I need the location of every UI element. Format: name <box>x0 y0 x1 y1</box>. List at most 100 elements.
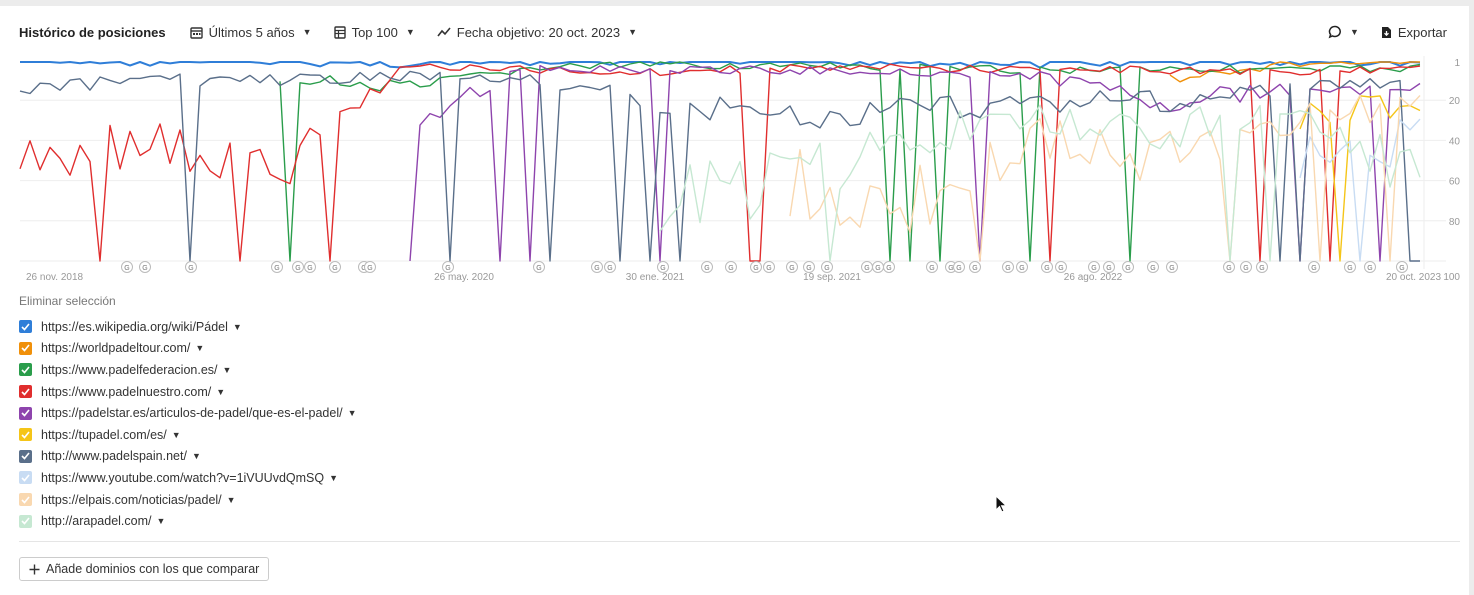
checkbox-icon[interactable] <box>19 428 32 442</box>
chevron-down-icon[interactable]: ▼ <box>195 343 204 353</box>
chevron-down-icon[interactable]: ▼ <box>223 365 232 375</box>
annotation-marker-label: G <box>332 265 337 272</box>
annotation-marker-label: G <box>972 265 977 272</box>
annotation-marker-label: G <box>1005 265 1010 272</box>
annotation-marker-label: G <box>274 265 279 272</box>
annotation-marker-label: G <box>753 265 758 272</box>
checkbox-icon[interactable] <box>19 320 32 334</box>
calendar-icon <box>189 26 203 39</box>
annotation-marker-label: G <box>929 265 934 272</box>
legend-item[interactable]: https://www.padelnuestro.com/ ▼ <box>19 381 356 403</box>
mouse-cursor-icon <box>995 495 1007 513</box>
chevron-down-icon[interactable]: ▼ <box>348 408 357 418</box>
annotation-marker-label: G <box>1399 265 1404 272</box>
legend: Eliminar selección https://es.wikipedia.… <box>19 294 356 532</box>
annotation-marker-label: G <box>1226 265 1231 272</box>
annotation-marker-label: G <box>1044 265 1049 272</box>
annotation-marker-label: G <box>948 265 953 272</box>
x-tick-label: 26 may. 2020 <box>434 272 494 283</box>
chevron-down-icon: ▼ <box>628 27 638 37</box>
y-tick-label: 60 <box>1449 177 1461 188</box>
series-line <box>20 61 1421 69</box>
x-tick-label: 26 ago. 2022 <box>1064 272 1123 283</box>
series-line <box>659 104 1421 262</box>
period-dropdown[interactable]: Últimos 5 años ▼ <box>189 25 312 40</box>
add-domains-button[interactable]: Añade dominios con los que comparar <box>19 557 270 581</box>
toolbar: Histórico de posiciones Últimos 5 años ▼… <box>19 20 1447 44</box>
trend-icon <box>437 27 451 37</box>
position-history-panel: Histórico de posiciones Últimos 5 años ▼… <box>0 6 1469 595</box>
annotation-marker-label: G <box>824 265 829 272</box>
y-tick-label: 100 <box>1443 272 1460 283</box>
legend-url: https://www.youtube.com/watch?v=1iVUUvdQ… <box>41 470 325 485</box>
chevron-down-icon[interactable]: ▼ <box>192 451 201 461</box>
legend-item[interactable]: https://es.wikipedia.org/wiki/Pádel ▼ <box>19 316 356 338</box>
export-label: Exportar <box>1397 24 1447 40</box>
x-tick-label: 19 sep. 2021 <box>803 272 861 283</box>
legend-url: https://elpais.com/noticias/padel/ <box>41 492 222 507</box>
clear-selection-link[interactable]: Eliminar selección <box>19 294 356 308</box>
legend-item[interactable]: https://tupadel.com/es/ ▼ <box>19 424 356 446</box>
legend-item[interactable]: https://www.youtube.com/watch?v=1iVUUvdQ… <box>19 467 356 489</box>
legend-item[interactable]: https://padelstar.es/articulos-de-padel/… <box>19 402 356 424</box>
checkbox-icon[interactable] <box>19 341 32 355</box>
annotation-marker-label: G <box>188 265 193 272</box>
position-history-chart[interactable]: 120406080100G G G G G G G G G G G G G G G G G G G G G G G G G G G G… <box>0 56 1469 286</box>
chevron-down-icon[interactable]: ▼ <box>172 430 181 440</box>
annotation-marker-label: G <box>1347 265 1352 272</box>
y-tick-label: 40 <box>1449 136 1461 147</box>
annotation-marker-label: G <box>1243 265 1248 272</box>
export-button[interactable]: Exportar <box>1381 25 1447 40</box>
legend-item[interactable]: https://worldpadeltour.com/ ▼ <box>19 338 356 360</box>
checkbox-icon[interactable] <box>19 385 32 399</box>
annotation-marker-label: G <box>1169 265 1174 272</box>
y-tick-label: 1 <box>1454 58 1460 69</box>
series-line <box>19 63 1421 262</box>
legend-item[interactable]: http://arapadel.com/ ▼ <box>19 510 356 532</box>
comment-icon <box>1328 25 1341 39</box>
legend-url: https://tupadel.com/es/ <box>41 427 167 442</box>
annotation-marker-label: G <box>886 265 891 272</box>
checkbox-icon[interactable] <box>19 406 32 420</box>
plus-icon <box>29 564 40 574</box>
x-tick-label: 26 nov. 2018 <box>26 272 84 283</box>
checkbox-icon[interactable] <box>19 471 32 485</box>
legend-item[interactable]: https://www.padelfederacion.es/ ▼ <box>19 359 356 381</box>
add-domains-label: Añade dominios con los que comparar <box>46 562 260 576</box>
chevron-down-icon[interactable]: ▼ <box>227 495 236 505</box>
table-icon <box>333 25 346 39</box>
annotation-marker-label: G <box>445 265 450 272</box>
panel-title: Histórico de posiciones <box>19 24 166 40</box>
chevron-down-icon[interactable]: ▼ <box>216 387 225 397</box>
x-tick-label: 30 ene. 2021 <box>626 272 685 283</box>
checkbox-icon[interactable] <box>19 363 32 377</box>
annotation-marker-label: G <box>367 265 372 272</box>
annotation-marker-label: G <box>1311 265 1316 272</box>
target-date-label: Fecha objetivo: 20 oct. 2023 <box>456 24 621 40</box>
top-dropdown[interactable]: Top 100 ▼ <box>333 25 415 40</box>
checkbox-icon[interactable] <box>19 514 32 528</box>
annotation-marker-label: G <box>660 265 665 272</box>
legend-item[interactable]: https://elpais.com/noticias/padel/ ▼ <box>19 489 356 511</box>
comments-dropdown[interactable]: ▼ <box>1328 25 1359 39</box>
chevron-down-icon: ▼ <box>302 27 312 37</box>
checkbox-icon[interactable] <box>19 449 32 463</box>
legend-url: https://padelstar.es/articulos-de-padel/… <box>41 406 343 421</box>
chevron-down-icon[interactable]: ▼ <box>233 322 242 332</box>
annotation-marker-label: G <box>766 265 771 272</box>
legend-url: https://es.wikipedia.org/wiki/Pádel <box>41 319 228 334</box>
annotation-marker-label: G <box>1091 265 1096 272</box>
series-line <box>789 94 1421 262</box>
legend-url: http://www.padelspain.net/ <box>41 449 187 464</box>
annotation-marker-label: G <box>607 265 612 272</box>
annotation-marker-label: G <box>1259 265 1264 272</box>
legend-item[interactable]: http://www.padelspain.net/ ▼ <box>19 446 356 468</box>
chevron-down-icon[interactable]: ▼ <box>156 516 165 526</box>
annotation-marker-label: G <box>295 265 300 272</box>
annotation-marker-label: G <box>1019 265 1024 272</box>
checkbox-icon[interactable] <box>19 493 32 507</box>
target-date-dropdown[interactable]: Fecha objetivo: 20 oct. 2023 ▼ <box>437 25 637 40</box>
annotation-marker-label: G <box>704 265 709 272</box>
chevron-down-icon[interactable]: ▼ <box>329 473 338 483</box>
divider <box>19 541 1460 542</box>
